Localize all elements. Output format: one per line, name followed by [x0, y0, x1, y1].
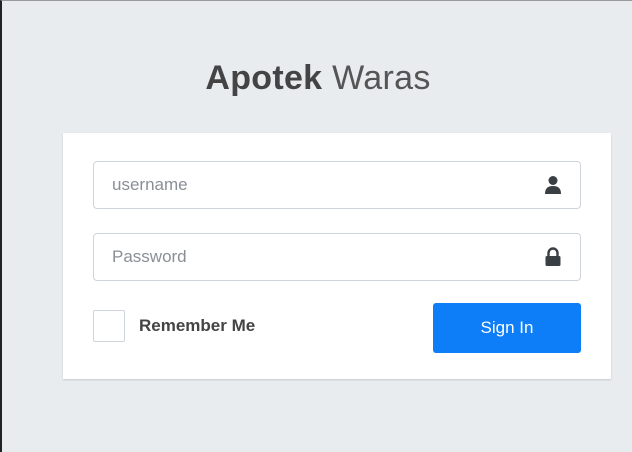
lock-icon: [544, 247, 562, 267]
password-input[interactable]: [112, 234, 532, 280]
remember-me-label: Remember Me: [139, 316, 256, 335]
remember-me[interactable]: Remember Me: [93, 309, 255, 343]
remember-me-checkbox[interactable]: [93, 310, 125, 342]
login-page: Apotek Waras Remember Me: [0, 0, 632, 452]
logo-text-light: Waras: [332, 59, 431, 97]
login-box: Remember Me Sign In: [63, 133, 611, 379]
user-icon: [544, 175, 562, 195]
app-logo: Apotek Waras: [2, 59, 632, 98]
sign-in-button[interactable]: Sign In: [433, 303, 581, 353]
username-field[interactable]: [93, 161, 581, 209]
username-input[interactable]: [112, 162, 532, 208]
logo-text-bold: Apotek: [205, 59, 323, 97]
password-field[interactable]: [93, 233, 581, 281]
